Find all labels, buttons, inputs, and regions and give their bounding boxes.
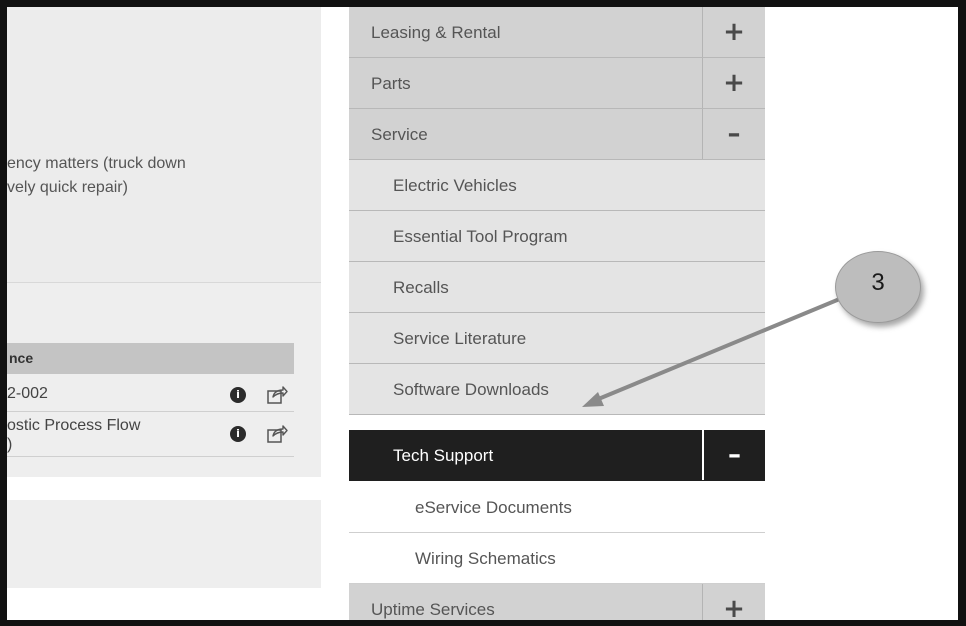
- menu-item-label: Service: [371, 125, 428, 144]
- annotation-callout-badge: 3: [835, 251, 921, 323]
- menu-item-software-downloads[interactable]: Software Downloads: [349, 364, 765, 415]
- collapse-minus-icon[interactable]: –: [702, 430, 765, 480]
- content-panel-top: [7, 7, 321, 282]
- menu-item-service[interactable]: Service –: [349, 109, 765, 160]
- menu-item-tech-support[interactable]: Tech Support –: [349, 430, 765, 481]
- menu-item-eservice-documents[interactable]: eService Documents: [349, 482, 765, 533]
- screenshot-frame: ency matters (truck down vely quick repa…: [0, 0, 966, 626]
- menu-item-label: Software Downloads: [393, 380, 549, 399]
- expand-plus-icon[interactable]: +: [702, 58, 765, 108]
- menu-item-label: eService Documents: [415, 498, 572, 517]
- description-text: ency matters (truck down vely quick repa…: [7, 155, 186, 196]
- reference-title[interactable]: ostic Process Flow ): [7, 416, 212, 454]
- menu-item-wiring-schematics[interactable]: Wiring Schematics: [349, 533, 765, 584]
- menu-item-label: Service Literature: [393, 329, 527, 348]
- menu-item-electric-vehicles[interactable]: Electric Vehicles: [349, 160, 765, 211]
- menu-item-essential-tool-program[interactable]: Essential Tool Program: [349, 211, 765, 262]
- collapse-minus-icon[interactable]: –: [702, 109, 765, 159]
- menu-item-label: Essential Tool Program: [393, 227, 568, 246]
- menu-item-label: Electric Vehicles: [393, 176, 517, 195]
- share-icon[interactable]: [266, 384, 288, 406]
- frame-border-right: [958, 0, 966, 626]
- info-icon[interactable]: i: [230, 387, 246, 403]
- menu-item-label: Wiring Schematics: [415, 549, 556, 568]
- menu-item-recalls[interactable]: Recalls: [349, 262, 765, 313]
- frame-border-left: [0, 0, 7, 626]
- content-panel-bottom: [7, 500, 321, 588]
- menu-item-parts[interactable]: Parts +: [349, 58, 765, 109]
- menu-item-label: Parts: [371, 74, 411, 93]
- frame-border-bottom: [0, 620, 966, 626]
- share-icon[interactable]: [266, 423, 288, 445]
- reference-title[interactable]: 2-002: [7, 384, 212, 403]
- frame-border-top: [0, 0, 966, 7]
- menu-item-label: Leasing & Rental: [371, 23, 501, 42]
- table-row[interactable]: ostic Process Flow ) i: [7, 413, 294, 457]
- menu-item-service-literature[interactable]: Service Literature: [349, 313, 765, 364]
- menu-item-leasing-rental[interactable]: Leasing & Rental +: [349, 7, 765, 58]
- table-row[interactable]: 2-002 i: [7, 378, 294, 412]
- info-icon[interactable]: i: [230, 426, 246, 442]
- menu-item-label: Tech Support: [393, 446, 494, 465]
- expand-plus-icon[interactable]: +: [702, 7, 765, 57]
- menu-item-label: Recalls: [393, 278, 449, 297]
- references-table-header: nce: [7, 343, 294, 374]
